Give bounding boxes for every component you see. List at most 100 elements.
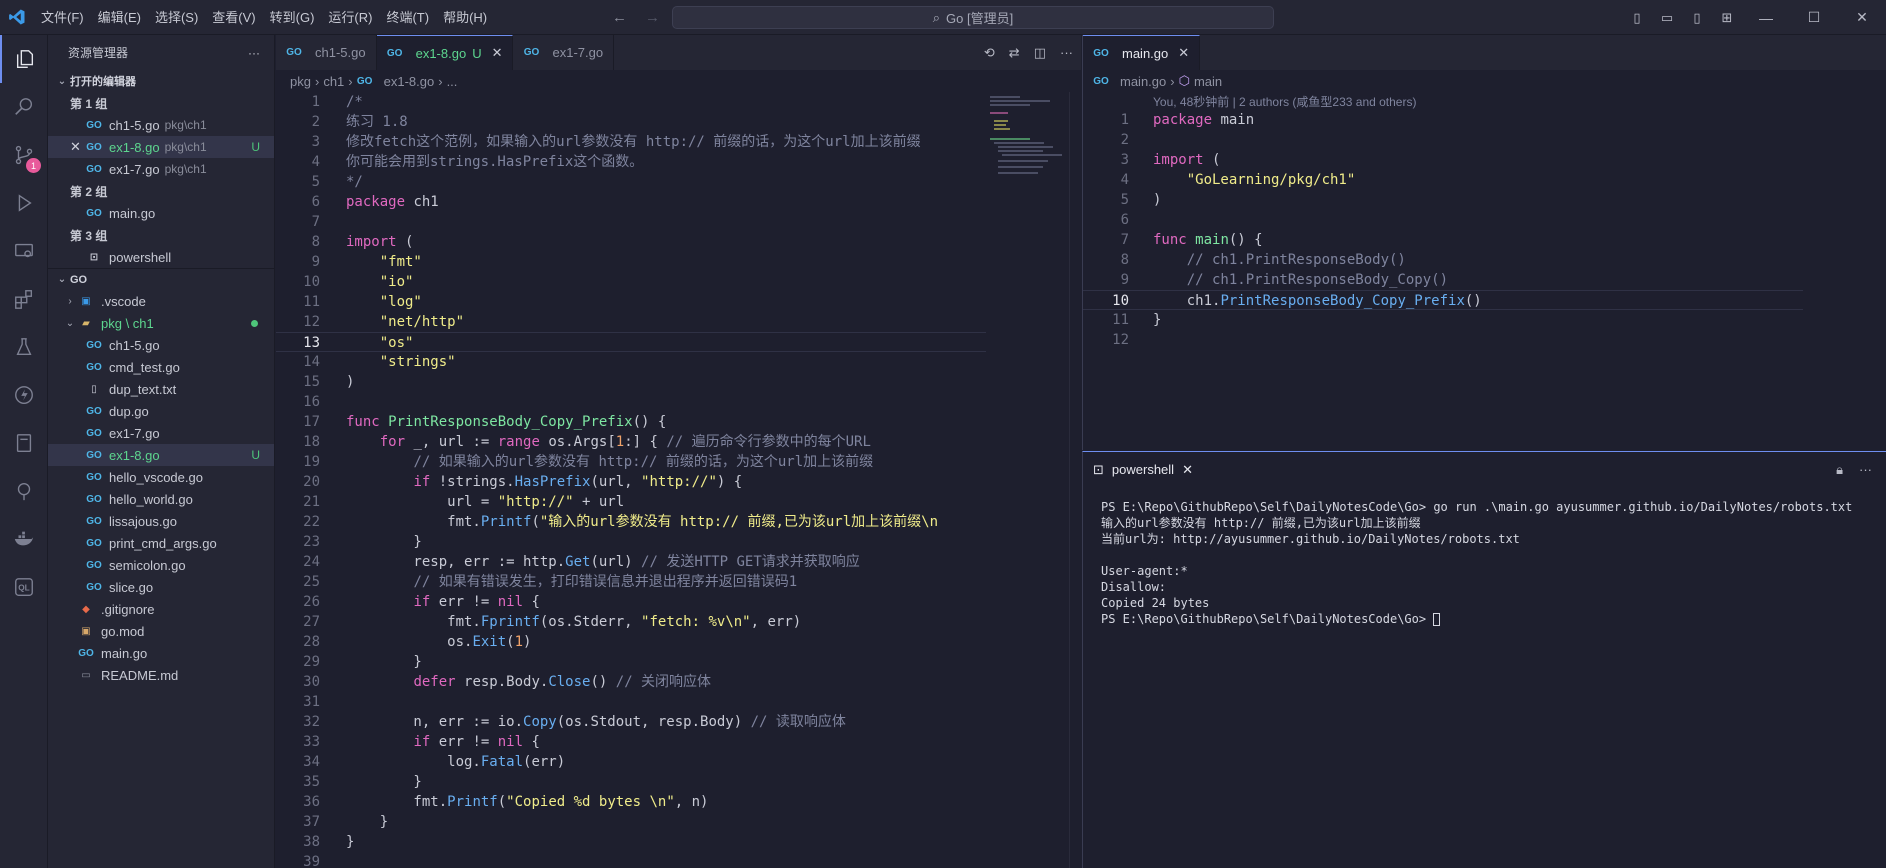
more-actions-icon[interactable]: ··· <box>1060 45 1073 60</box>
go-file-icon: GO <box>286 47 302 58</box>
group-1-label: 第 1 组 <box>70 96 108 111</box>
remote-explorer-icon[interactable] <box>0 227 48 275</box>
tree-file[interactable]: GO semicolon.go <box>48 554 274 576</box>
toggle-panel-icon[interactable]: ▭ <box>1652 10 1682 26</box>
tree-file[interactable]: GO ex1-7.go <box>48 422 274 444</box>
terminal-panel: ⊡ powershell ✕ 🔒︎ ··· PS E:\Repo\GithubR… <box>1082 451 1886 868</box>
explorer-icon[interactable] <box>0 35 48 83</box>
open-editor-item[interactable]: GO ex1-7.go pkg\ch1 <box>48 158 274 180</box>
code-editor[interactable]: 1/* 2 练习 1.8 3 修改fetch这个范例，如果输入的url参数没有 ht… <box>276 92 986 868</box>
testing-flask-icon[interactable] <box>0 323 48 371</box>
terminal-line: PS E:\Repo\GithubRepo\Self\DailyNotesCod… <box>1101 500 1853 514</box>
tab-ch1-5[interactable]: GO ch1-5.go <box>276 35 377 70</box>
search-icon: ⌕ <box>932 9 941 25</box>
tree-icon[interactable] <box>0 467 48 515</box>
docker-icon[interactable] <box>0 515 48 563</box>
close-icon[interactable]: ✕ <box>1178 45 1189 61</box>
close-icon[interactable]: ✕ <box>492 45 503 61</box>
tree-file[interactable]: ◆ .gitignore <box>48 598 274 620</box>
vscode-logo-icon <box>0 0 34 35</box>
terminal-icon: ⊡ <box>89 251 99 263</box>
explorer-sidebar: 资源管理器 ··· ⌄ 打开的编辑器 第 1 组 GO ch1-5.go pkg\ch… <box>48 35 275 868</box>
extensions-icon[interactable] <box>0 275 48 323</box>
terminal-output[interactable]: PS E:\Repo\GithubRepo\Self\DailyNotesCod… <box>1083 487 1886 627</box>
tree-file[interactable]: GO lissajous.go <box>48 510 274 532</box>
terminal-line: 输入的url参数没有 http:// 前缀,已为该url加上该前缀 <box>1101 516 1421 530</box>
go-file-icon: GO <box>86 493 102 505</box>
source-control-icon[interactable]: 1 <box>0 131 48 179</box>
menu-file[interactable]: 文件(F) <box>34 0 91 35</box>
tree-file[interactable]: GO main.go <box>48 642 274 664</box>
toggle-primary-sidebar-icon[interactable]: ▯ <box>1622 10 1652 26</box>
forward-arrow-icon[interactable]: → <box>645 9 660 26</box>
split-editor-icon[interactable]: ◫ <box>1034 45 1046 61</box>
tab-ex1-7[interactable]: GO ex1-7.go <box>513 35 615 70</box>
open-editor-item[interactable]: GO main.go <box>48 202 274 224</box>
tree-file[interactable]: GO print_cmd_args.go <box>48 532 274 554</box>
menu-run[interactable]: 运行(R) <box>321 0 379 35</box>
more-actions-icon[interactable]: ··· <box>248 46 260 60</box>
menu-selection[interactable]: 选择(S) <box>148 0 205 35</box>
customize-layout-icon[interactable]: ⊞ <box>1712 10 1742 26</box>
search-view-icon[interactable] <box>0 83 48 131</box>
back-arrow-icon[interactable]: ← <box>612 9 627 26</box>
command-center-search[interactable]: ⌕ Go [管理员] <box>672 6 1274 29</box>
tree-folder-vscode[interactable]: › ▣ .vscode <box>48 290 274 312</box>
more-actions-icon[interactable]: ··· <box>1859 462 1872 477</box>
tree-file[interactable]: ▭ README.md <box>48 664 274 686</box>
tab-ex1-8[interactable]: GO ex1-8.go U ✕ <box>376 35 514 70</box>
svg-text:QL: QL <box>18 584 29 593</box>
maximize-button[interactable]: ☐ <box>1790 9 1838 26</box>
close-window-button[interactable]: ✕ <box>1838 9 1886 26</box>
close-icon[interactable]: ✕ <box>70 139 86 155</box>
sidebar-title: 资源管理器 <box>68 46 129 60</box>
vertical-scrollbar[interactable] <box>1069 92 1081 868</box>
open-editors-section[interactable]: ⌄ 打开的编辑器 <box>48 70 274 92</box>
tree-file[interactable]: GO hello_vscode.go <box>48 466 274 488</box>
menu-view[interactable]: 查看(V) <box>205 0 262 35</box>
go-file-icon: GO <box>86 361 102 373</box>
open-editor-item-active[interactable]: ✕ GO ex1-8.go pkg\ch1 U <box>48 136 274 158</box>
tree-file[interactable]: GO ch1-5.go <box>48 334 274 356</box>
run-debug-icon[interactable] <box>0 179 48 227</box>
chevron-down-icon: ⌄ <box>57 75 67 87</box>
tree-file[interactable]: GO cmd_test.go <box>48 356 274 378</box>
toggle-secondary-sidebar-icon[interactable]: ▯ <box>1682 10 1712 26</box>
close-icon[interactable]: ✕ <box>1182 462 1193 478</box>
code-editor-right[interactable]: 1 package main 2 3 import ( 4 "GoLearning/… <box>1083 110 1803 350</box>
tree-folder-pkg[interactable]: ⌄ ▰ pkg \ ch1 <box>48 312 274 334</box>
tree-file[interactable]: ▯ dup_text.txt <box>48 378 274 400</box>
timeline-icon[interactable]: ⟲ <box>984 45 995 61</box>
lock-icon[interactable]: 🔒︎ <box>1836 462 1843 478</box>
tree-file[interactable]: GO hello_world.go <box>48 488 274 510</box>
tree-file-active[interactable]: GO ex1-8.go U <box>48 444 274 466</box>
terminal-tab[interactable]: powershell <box>1112 462 1174 477</box>
go-file-icon: GO <box>86 559 102 571</box>
terminal-line: Disallow: <box>1101 580 1167 594</box>
source-control-badge: 1 <box>26 158 41 173</box>
go-file-icon: GO <box>86 515 102 527</box>
project-section[interactable]: ⌄ GO <box>48 268 274 290</box>
open-editor-item[interactable]: GO ch1-5.go pkg\ch1 <box>48 114 274 136</box>
compare-changes-icon[interactable]: ⇄ <box>1009 45 1020 61</box>
terminal-line: User-agent:* <box>1101 564 1188 578</box>
tab-main-go[interactable]: GO main.go ✕ <box>1083 35 1201 70</box>
minimize-button[interactable]: — <box>1742 10 1790 26</box>
menu-help[interactable]: 帮助(H) <box>436 0 494 35</box>
minimap[interactable] <box>986 92 1071 868</box>
notebook-icon[interactable] <box>0 419 48 467</box>
menu-go[interactable]: 转到(G) <box>263 0 322 35</box>
ql-icon[interactable]: QL <box>0 563 48 611</box>
tree-file[interactable]: GO slice.go <box>48 576 274 598</box>
terminal-prompt: PS E:\Repo\GithubRepo\Self\DailyNotesCod… <box>1101 612 1434 626</box>
tree-file[interactable]: ▣ go.mod <box>48 620 274 642</box>
tree-file[interactable]: GO dup.go <box>48 400 274 422</box>
lightning-icon[interactable] <box>0 371 48 419</box>
menu-edit[interactable]: 编辑(E) <box>91 0 148 35</box>
go-file-icon: GO <box>86 339 102 351</box>
terminal-line: 当前url为: http://ayusummer.github.io/Daily… <box>1101 532 1520 546</box>
codelens-blame[interactable]: You, 48秒钟前 | 2 authors (咸鱼型233 and other… <box>1083 92 1886 112</box>
go-file-icon: GO <box>86 405 102 417</box>
menu-terminal[interactable]: 终端(T) <box>379 0 436 35</box>
open-editor-item[interactable]: ⊡ powershell <box>48 246 274 268</box>
